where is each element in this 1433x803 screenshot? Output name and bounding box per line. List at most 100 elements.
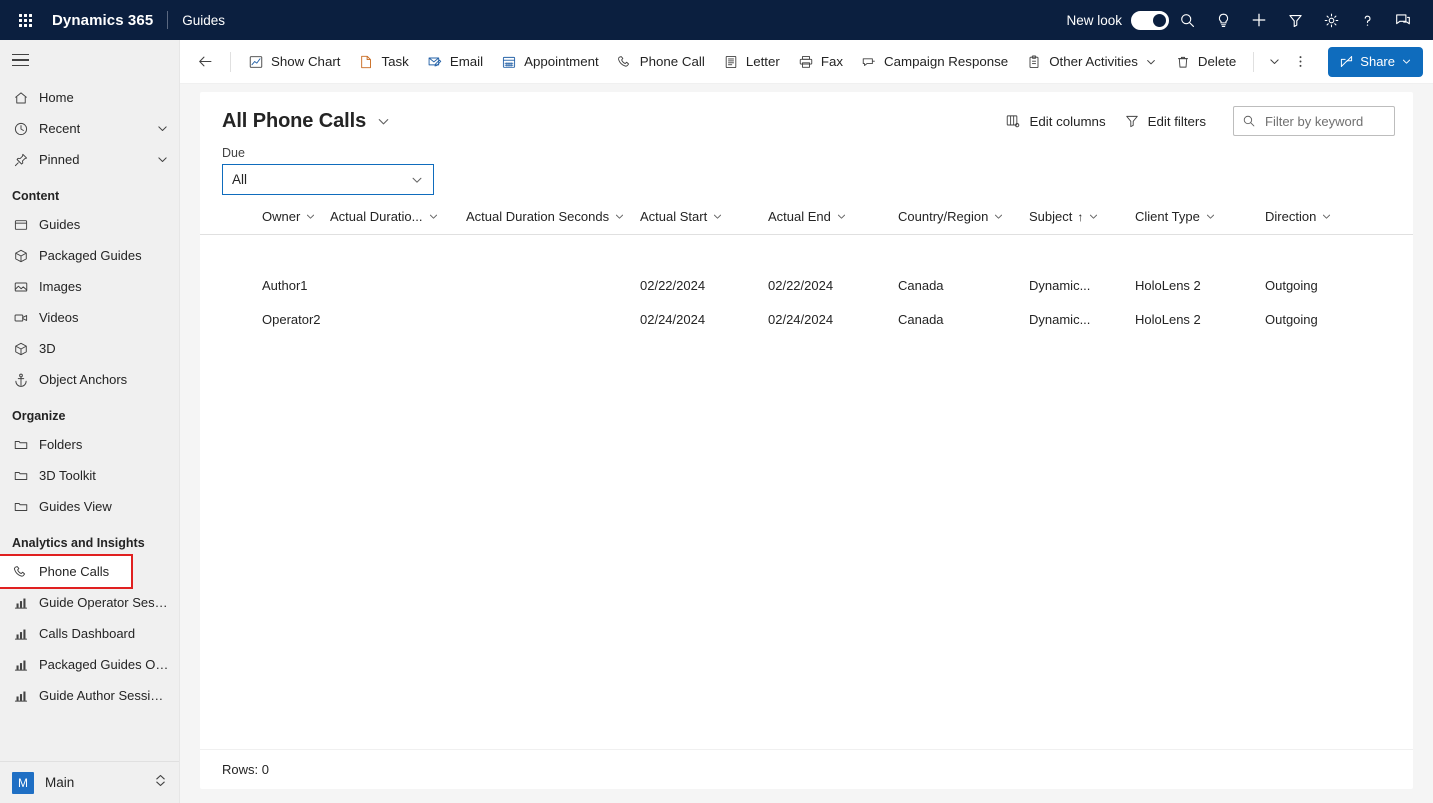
- cell-subject: Dynamic...: [1029, 269, 1135, 303]
- chevron-down-icon[interactable]: [428, 211, 439, 222]
- sidebar-item-label: Guides View: [39, 499, 112, 514]
- select-all-header[interactable]: [200, 209, 262, 235]
- row-checkbox-cell[interactable]: [200, 269, 262, 303]
- appointment-button[interactable]: Appointment: [492, 46, 608, 78]
- chevron-down-icon[interactable]: [1321, 211, 1332, 222]
- sidebar-item-videos[interactable]: Videos: [0, 302, 179, 333]
- home-icon: [12, 89, 30, 107]
- due-filter-value: All: [232, 172, 247, 187]
- sidebar-item-3d-toolkit[interactable]: 3D Toolkit: [0, 460, 179, 491]
- app-switcher[interactable]: M Main: [0, 761, 179, 803]
- chevron-down-icon[interactable]: [712, 211, 723, 222]
- column-header-actual-duration[interactable]: Actual Duratio...: [330, 209, 466, 235]
- back-arrow-icon[interactable]: [188, 46, 222, 78]
- table-row[interactable]: Operator2 02/24/2024 02/24/2024 Canada D…: [200, 303, 1413, 337]
- share-button[interactable]: Share: [1328, 47, 1423, 77]
- sidebar-item-guides-view[interactable]: Guides View: [0, 491, 179, 522]
- delete-button[interactable]: Delete: [1166, 46, 1245, 78]
- lightbulb-icon[interactable]: [1205, 4, 1241, 36]
- chevron-down-icon[interactable]: [993, 211, 1004, 222]
- chevron-down-icon[interactable]: [156, 122, 169, 135]
- sidebar-item-packaged-guides-operator[interactable]: Packaged Guides Op...: [0, 649, 179, 680]
- sidebar-item-phone-calls[interactable]: Phone Calls: [0, 556, 131, 587]
- hamburger-icon[interactable]: [0, 40, 179, 80]
- app-launcher-icon[interactable]: [8, 3, 42, 37]
- edit-filters-button[interactable]: Edit filters: [1115, 106, 1215, 136]
- help-icon[interactable]: [1349, 4, 1385, 36]
- sidebar-group-organize: Organize: [0, 395, 179, 429]
- cell-actual-duration-seconds: [466, 269, 640, 303]
- email-button[interactable]: Email: [418, 46, 492, 78]
- search-box[interactable]: [1233, 106, 1395, 136]
- command-bar: Show Chart Task: [180, 40, 1433, 84]
- fax-icon: [798, 54, 814, 70]
- chevron-down-icon[interactable]: [1401, 56, 1412, 67]
- column-label: Actual Start: [640, 209, 707, 224]
- feedback-icon[interactable]: [1385, 4, 1421, 36]
- app-name[interactable]: Guides: [182, 13, 225, 28]
- campaign-response-button[interactable]: Campaign Response: [852, 46, 1017, 78]
- chevron-down-icon[interactable]: [1088, 211, 1099, 222]
- sidebar-item-object-anchors[interactable]: Object Anchors: [0, 364, 179, 395]
- sidebar-item-guides[interactable]: Guides: [0, 209, 179, 240]
- chart-icon: [12, 656, 30, 674]
- table-row[interactable]: Author1 02/22/2024 02/22/2024 Canada Dyn…: [200, 269, 1413, 303]
- chevron-down-icon[interactable]: [305, 211, 316, 222]
- column-header-owner[interactable]: Owner: [262, 209, 330, 235]
- phone-call-button[interactable]: Phone Call: [608, 46, 714, 78]
- sidebar-item-calls-dashboard[interactable]: Calls Dashboard: [0, 618, 179, 649]
- chevron-down-icon: [1268, 55, 1281, 68]
- updown-chevron-icon[interactable]: [154, 773, 167, 793]
- command-label: Email: [450, 54, 483, 69]
- search-input[interactable]: [1263, 113, 1386, 130]
- new-look-toggle[interactable]: [1131, 11, 1169, 30]
- sidebar-group-content: Content: [0, 175, 179, 209]
- sidebar-item-recent[interactable]: Recent: [0, 113, 179, 144]
- chevron-down-icon[interactable]: [410, 173, 424, 187]
- folder-icon: [12, 436, 30, 454]
- edit-columns-button[interactable]: Edit columns: [996, 106, 1114, 136]
- app-body: Home Recent: [0, 40, 1433, 803]
- sidebar-item-packaged-guides[interactable]: Packaged Guides: [0, 240, 179, 271]
- sidebar-item-guide-operator-sessions[interactable]: Guide Operator Sessi...: [0, 587, 179, 618]
- chevron-down-icon[interactable]: [836, 211, 847, 222]
- task-button[interactable]: Task: [349, 46, 417, 78]
- column-header-client-type[interactable]: Client Type: [1135, 209, 1265, 235]
- due-filter-select[interactable]: All: [222, 164, 434, 195]
- column-header-actual-duration-seconds[interactable]: Actual Duration Seconds: [466, 209, 640, 235]
- filter-icon[interactable]: [1277, 4, 1313, 36]
- chevron-down-icon[interactable]: [1205, 211, 1216, 222]
- chevron-down-icon[interactable]: [614, 211, 625, 222]
- chevron-down-icon[interactable]: [376, 114, 391, 129]
- sidebar-item-label: Packaged Guides Op...: [39, 657, 169, 672]
- gear-icon[interactable]: [1313, 4, 1349, 36]
- command-label: Phone Call: [640, 54, 705, 69]
- sidebar-item-guide-author-sessions[interactable]: Guide Author Sessions: [0, 680, 179, 711]
- sidebar-item-3d[interactable]: 3D: [0, 333, 179, 364]
- letter-button[interactable]: Letter: [714, 46, 789, 78]
- other-activities-button[interactable]: Other Activities: [1017, 46, 1166, 78]
- chevron-down-icon[interactable]: [156, 153, 169, 166]
- brand-title[interactable]: Dynamics 365: [52, 12, 153, 29]
- sidebar-item-images[interactable]: Images: [0, 271, 179, 302]
- command-label: Fax: [821, 54, 843, 69]
- calendar-icon: [501, 54, 517, 70]
- column-header-subject[interactable]: Subject ↑: [1029, 209, 1135, 235]
- column-header-actual-end[interactable]: Actual End: [768, 209, 898, 235]
- plus-icon[interactable]: [1241, 4, 1277, 36]
- fax-button[interactable]: Fax: [789, 46, 852, 78]
- row-checkbox-cell[interactable]: [200, 303, 262, 337]
- chevron-down-icon[interactable]: [1145, 56, 1157, 68]
- sidebar-item-home[interactable]: Home: [0, 82, 179, 113]
- command-label: Task: [381, 54, 408, 69]
- sidebar-item-pinned[interactable]: Pinned: [0, 144, 179, 175]
- table-row[interactable]: [200, 235, 1413, 269]
- column-header-country-region[interactable]: Country/Region: [898, 209, 1029, 235]
- search-icon[interactable]: [1169, 4, 1205, 36]
- show-chart-button[interactable]: Show Chart: [239, 46, 349, 78]
- more-vertical-icon[interactable]: [1287, 46, 1313, 78]
- column-header-direction[interactable]: Direction: [1265, 209, 1413, 235]
- sidebar-item-folders[interactable]: Folders: [0, 429, 179, 460]
- column-header-actual-start[interactable]: Actual Start: [640, 209, 768, 235]
- command-overflow-chevron[interactable]: [1262, 46, 1287, 78]
